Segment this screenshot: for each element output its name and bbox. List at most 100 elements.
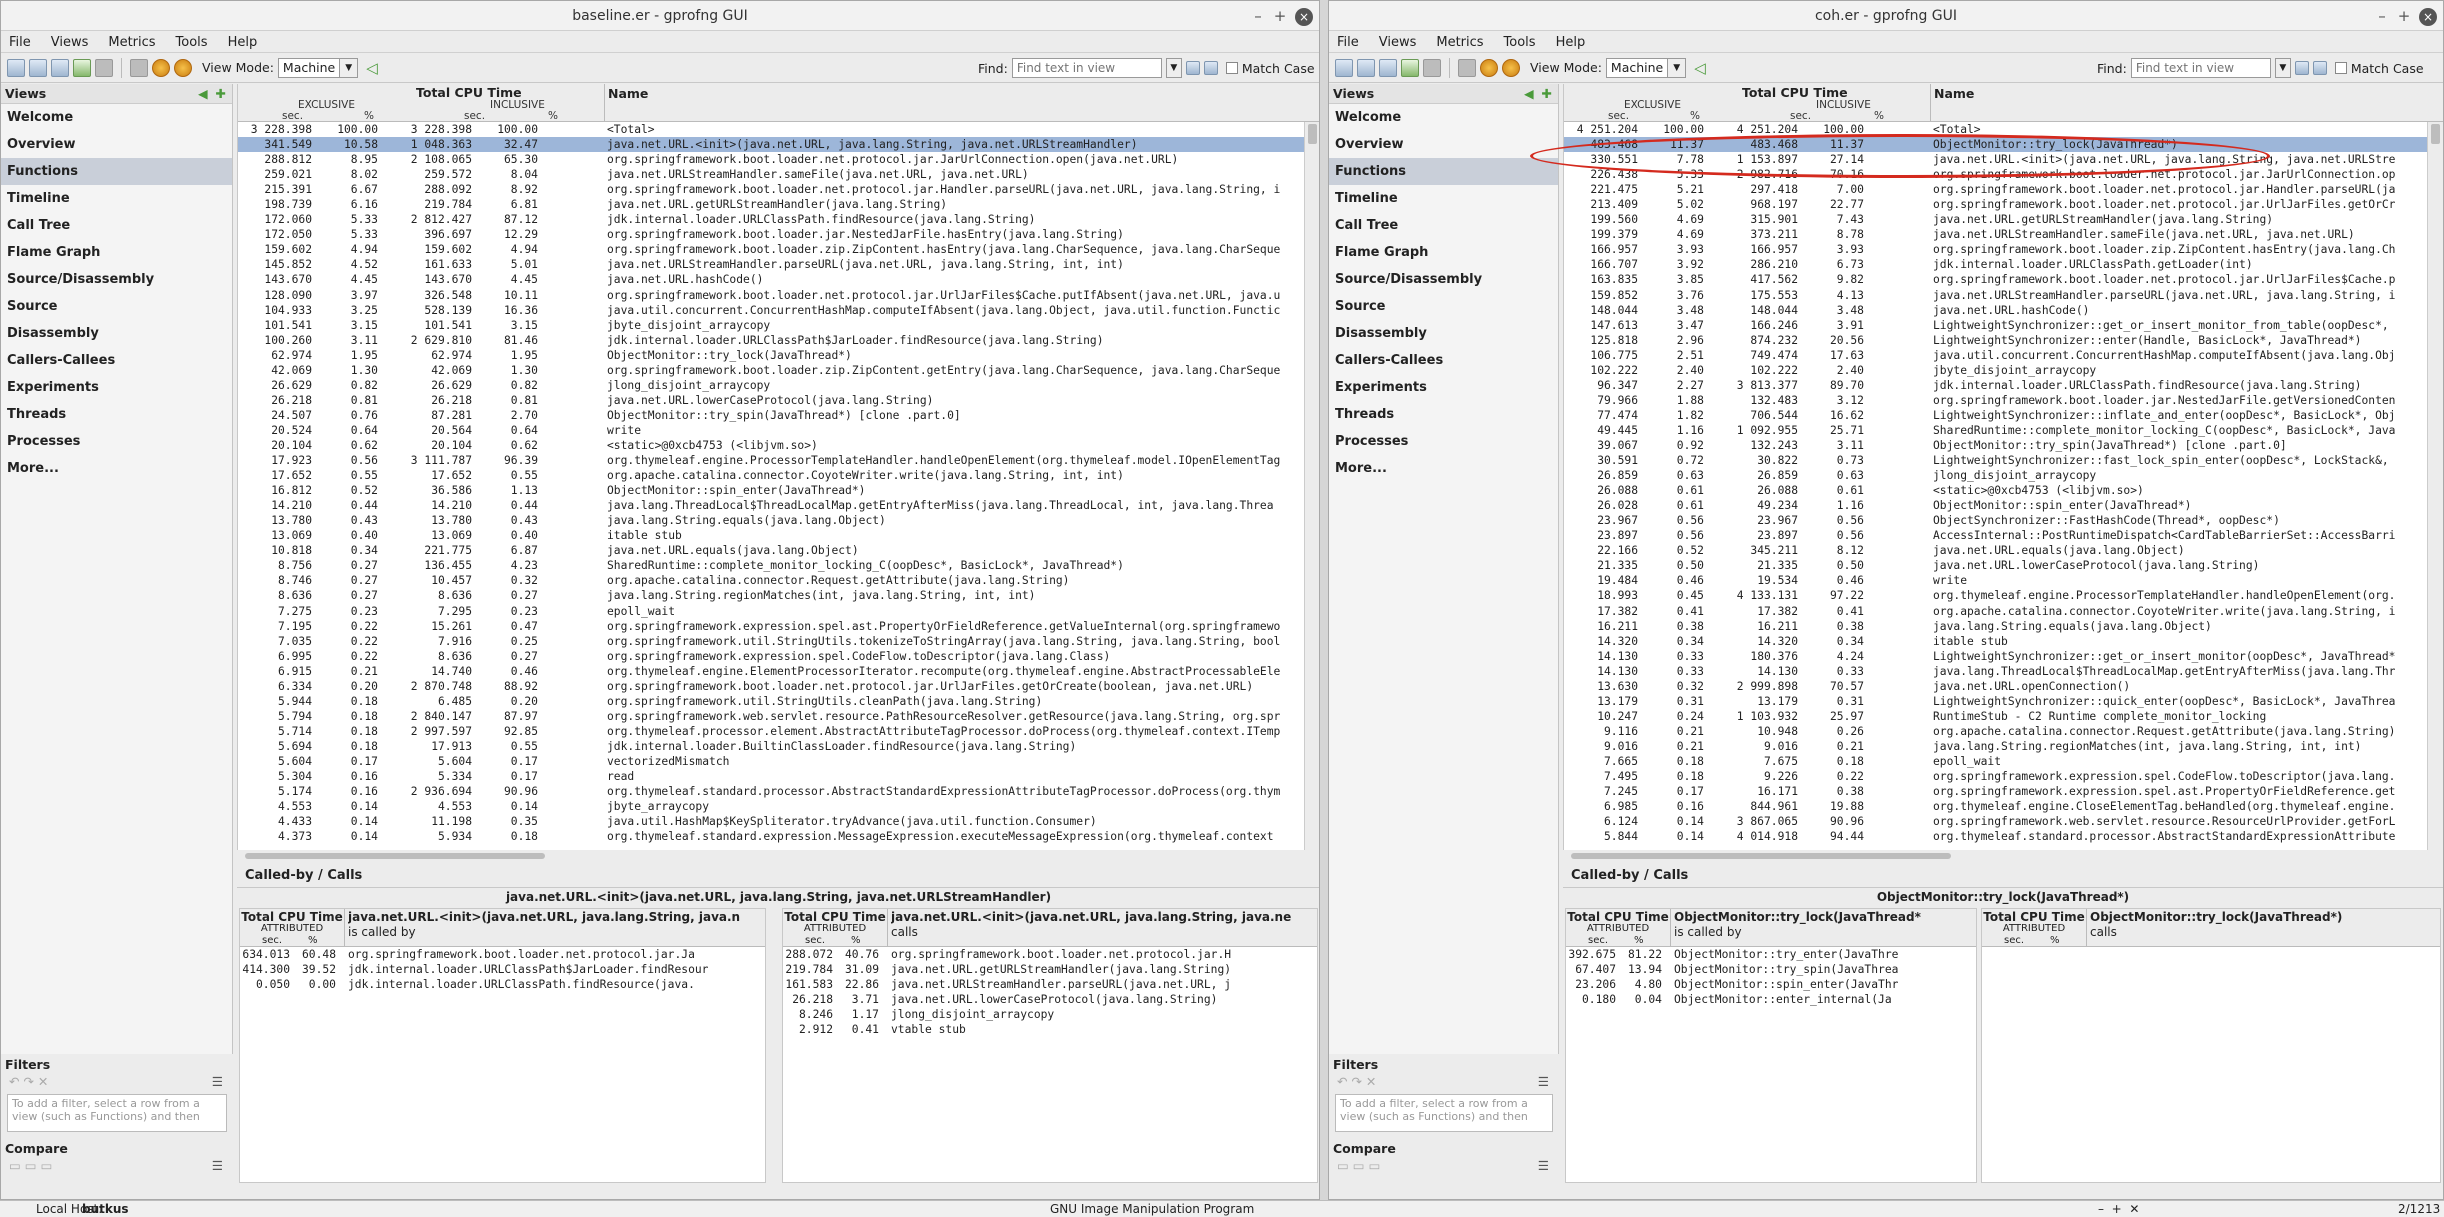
table-row[interactable]: 17.382 0.41 17.382 0.41 org.apache.catalina.… (1564, 604, 2427, 619)
table-row[interactable]: 18.993 0.45 4 133.131 97.22 org.thymeleaf.en… (1564, 588, 2427, 603)
find-next-icon[interactable] (2294, 61, 2309, 75)
table-row[interactable]: 20.104 0.62 20.104 0.62 <static>@0xcb4753 (<… (238, 438, 1304, 453)
table-row[interactable]: 4.433 0.14 11.198 0.35 java.util.HashMap$Key… (238, 814, 1304, 829)
menu-tools[interactable]: Tools (1504, 35, 1536, 50)
table-row[interactable]: 634.013 60.48 org.springframework.boot.loa… (240, 947, 765, 962)
table-row[interactable]: 42.069 1.30 42.069 1.30 org.springframework.… (238, 363, 1304, 378)
close-icon[interactable]: × (2419, 8, 2437, 26)
table-row[interactable]: 159.602 4.94 159.602 4.94 org.springframewor… (238, 242, 1304, 257)
table-row[interactable]: 172.050 5.33 396.697 12.29 org.springframewo… (238, 227, 1304, 242)
profile-app-icon[interactable] (73, 58, 91, 77)
table-row[interactable]: 7.035 0.22 7.916 0.25 org.springframework.ut… (238, 634, 1304, 649)
table-row[interactable]: 288.812 8.95 2 108.065 65.30 org.springframe… (238, 152, 1304, 167)
table-row[interactable]: 145.852 4.52 161.633 5.01 java.net.URLStream… (238, 257, 1304, 272)
table-row[interactable]: 166.957 3.93 166.957 3.93 org.springframewor… (1564, 242, 2427, 257)
table-row[interactable]: 7.665 0.18 7.675 0.18 epoll_wait (1564, 754, 2427, 769)
aggregate-icon[interactable] (1379, 58, 1397, 77)
table-row[interactable]: 104.933 3.25 528.139 16.36 java.util.concurr… (238, 303, 1304, 318)
table-row[interactable]: 9.016 0.21 9.016 0.21 java.lang.String.regio… (1564, 739, 2427, 754)
table-row[interactable]: 414.300 39.52 jdk.internal.loader.URLClass… (240, 962, 765, 977)
table-row[interactable]: 23.206 4.80 ObjectMonitor::spin_enter(Java… (1566, 977, 1976, 992)
table-row[interactable]: 13.780 0.43 13.780 0.43 java.lang.String.equ… (238, 513, 1304, 528)
table-row[interactable]: 483.468 11.37 483.468 11.37 ObjectMonitor::t… (1564, 137, 2427, 153)
table-row[interactable]: 0.180 0.04 ObjectMonitor::enter_internal(J… (1566, 992, 1976, 1007)
vertical-scrollbar[interactable] (1304, 122, 1319, 850)
table-row[interactable]: 79.966 1.88 132.483 3.12 org.springframework… (1564, 393, 2427, 408)
back-arrow-icon[interactable]: ◁ (366, 59, 378, 77)
match-case-checkbox[interactable] (2334, 62, 2347, 74)
table-row[interactable]: 4.373 0.14 5.934 0.18 org.thymeleaf.standard… (238, 829, 1304, 844)
table-row[interactable]: 16.812 0.52 36.586 1.13 ObjectMonitor::spin_… (238, 483, 1304, 498)
minimize-icon[interactable]: – (2371, 1, 2393, 31)
table-row[interactable]: 148.044 3.48 148.044 3.48 java.net.URL.hashC… (1564, 303, 2427, 318)
view-timeline[interactable]: Timeline (1, 185, 232, 212)
view-mode-select[interactable]: Machine ▼ (277, 57, 359, 78)
table-row[interactable]: 10.818 0.34 221.775 6.87 java.net.URL.equals… (238, 543, 1304, 558)
compare-icon[interactable] (29, 58, 47, 77)
table-row[interactable]: 5.694 0.18 17.913 0.55 jdk.internal.loader.B… (238, 739, 1304, 754)
table-row[interactable]: 10.247 0.24 1 103.932 25.97 RuntimeStub - C2… (1564, 709, 2427, 724)
table-row[interactable]: 106.775 2.51 749.474 17.63 java.util.concurr… (1564, 348, 2427, 363)
table-row[interactable]: 215.391 6.67 288.092 8.92 org.springframewor… (238, 182, 1304, 197)
table-row[interactable]: 330.551 7.78 1 153.897 27.14 java.net.URL.<i… (1564, 152, 2427, 167)
table-row[interactable]: 26.028 0.61 49.234 1.16 ObjectMonitor::spin_… (1564, 498, 2427, 513)
table-row[interactable]: 5.844 0.14 4 014.918 94.44 org.thymeleaf.sta… (1564, 829, 2427, 844)
table-row[interactable]: 4.553 0.14 4.553 0.14 jbyte_arraycopy (238, 799, 1304, 814)
table-row[interactable]: 77.474 1.82 706.544 16.62 LightweightSynchro… (1564, 408, 2427, 423)
table-row[interactable]: 14.320 0.34 14.320 0.34 itable stub (1564, 634, 2427, 649)
table-row[interactable]: 143.670 4.45 143.670 4.45 java.net.URL.hashC… (238, 272, 1304, 287)
view-source[interactable]: Source (1329, 293, 1558, 320)
view-disassembly[interactable]: Disassembly (1, 320, 232, 347)
profile-app-icon[interactable] (1401, 58, 1419, 77)
table-row[interactable]: 341.549 10.58 1 048.363 32.47 java.net.URL.<… (238, 137, 1304, 153)
table-row[interactable]: 288.072 40.76 org.springframework.boot.loa… (783, 947, 1317, 962)
find-prev-icon[interactable] (1203, 61, 1218, 75)
table-row[interactable]: 26.218 3.71 java.net.URL.lowerCaseProtocol… (783, 992, 1317, 1007)
table-row[interactable]: 159.852 3.76 175.553 4.13 java.net.URLStream… (1564, 288, 2427, 303)
table-row[interactable]: 26.629 0.82 26.629 0.82 jlong_disjoint_array… (238, 378, 1304, 393)
table-row[interactable]: 5.794 0.18 2 840.147 87.97 org.springframewo… (238, 709, 1304, 724)
view-call-tree[interactable]: Call Tree (1, 212, 232, 239)
table-row[interactable]: 8.756 0.27 136.455 4.23 SharedRuntime::compl… (238, 558, 1304, 573)
find-dropdown[interactable]: ▼ (2274, 58, 2291, 78)
table-row[interactable]: 21.335 0.50 21.335 0.50 java.net.URL.lowerCa… (1564, 558, 2427, 573)
table-row[interactable]: 26.088 0.61 26.088 0.61 <static>@0xcb4753 (<… (1564, 483, 2427, 498)
table-body[interactable]: 4 251.204 100.00 4 251.204 100.00 <Total> 483… (1564, 122, 2427, 850)
view-source[interactable]: Source (1, 293, 232, 320)
menu-metrics[interactable]: Metrics (1436, 35, 1483, 50)
table-row[interactable]: 0.050 0.00 jdk.internal.loader.URLClassPat… (240, 977, 765, 992)
table-row[interactable]: 22.166 0.52 345.211 8.12 java.net.URL.equals… (1564, 543, 2427, 558)
settings-icon[interactable] (1502, 58, 1520, 77)
filter-icon[interactable] (1458, 58, 1476, 77)
table-row[interactable]: 199.379 4.69 373.211 8.78 java.net.URLStream… (1564, 227, 2427, 242)
table-row[interactable]: 17.652 0.55 17.652 0.55 org.apache.catalina.… (238, 468, 1304, 483)
view-experiments[interactable]: Experiments (1, 374, 232, 401)
table-row[interactable]: 6.985 0.16 844.961 19.88 org.thymeleaf.engin… (1564, 799, 2427, 814)
table-row[interactable]: 13.630 0.32 2 999.898 70.57 java.net.URL.ope… (1564, 679, 2427, 694)
table-row[interactable]: 5.604 0.17 5.604 0.17 vectorizedMismatch (238, 754, 1304, 769)
table-row[interactable]: 5.714 0.18 2 997.597 92.85 org.thymeleaf.pro… (238, 724, 1304, 739)
stop-icon[interactable] (1423, 58, 1441, 77)
table-row[interactable]: 26.859 0.63 26.859 0.63 jlong_disjoint_array… (1564, 468, 2427, 483)
table-row[interactable]: 5.304 0.16 5.334 0.17 read (238, 769, 1304, 784)
gimp-window-controls[interactable]: – + ✕ (2098, 1201, 2139, 1217)
table-row[interactable]: 16.211 0.38 16.211 0.38 java.lang.String.equ… (1564, 619, 2427, 634)
table-row[interactable]: 14.210 0.44 14.210 0.44 java.lang.ThreadLoca… (238, 498, 1304, 513)
table-row[interactable]: 213.409 5.02 968.197 22.77 org.springframewo… (1564, 197, 2427, 212)
open-experiment-icon[interactable] (7, 58, 25, 77)
table-row[interactable]: 7.245 0.17 16.171 0.38 org.springframework.e… (1564, 784, 2427, 799)
window-titlebar[interactable]: coh.er - gprofng GUI – + × (1329, 1, 2443, 31)
menu-file[interactable]: File (1337, 35, 1359, 50)
horizontal-scrollbar[interactable] (1563, 850, 2427, 862)
table-row[interactable]: 9.116 0.21 10.948 0.26 org.apache.catalina.c… (1564, 724, 2427, 739)
table-row[interactable]: 5.174 0.16 2 936.694 90.96 org.thymeleaf.sta… (238, 784, 1304, 799)
table-row[interactable]: 5.944 0.18 6.485 0.20 org.springframework.ut… (238, 694, 1304, 709)
view-call-tree[interactable]: Call Tree (1329, 212, 1558, 239)
view-flame-graph[interactable]: Flame Graph (1, 239, 232, 266)
table-row[interactable]: 49.445 1.16 1 092.955 25.71 SharedRuntime::c… (1564, 423, 2427, 438)
table-row[interactable]: 14.130 0.33 14.130 0.33 java.lang.ThreadLoca… (1564, 664, 2427, 679)
table-row[interactable]: 23.967 0.56 23.967 0.56 ObjectSynchronizer::… (1564, 513, 2427, 528)
table-row[interactable]: 3 228.398 100.00 3 228.398 100.00 <Total> (238, 122, 1304, 137)
menu-help[interactable]: Help (228, 35, 258, 50)
stop-icon[interactable] (95, 58, 113, 77)
